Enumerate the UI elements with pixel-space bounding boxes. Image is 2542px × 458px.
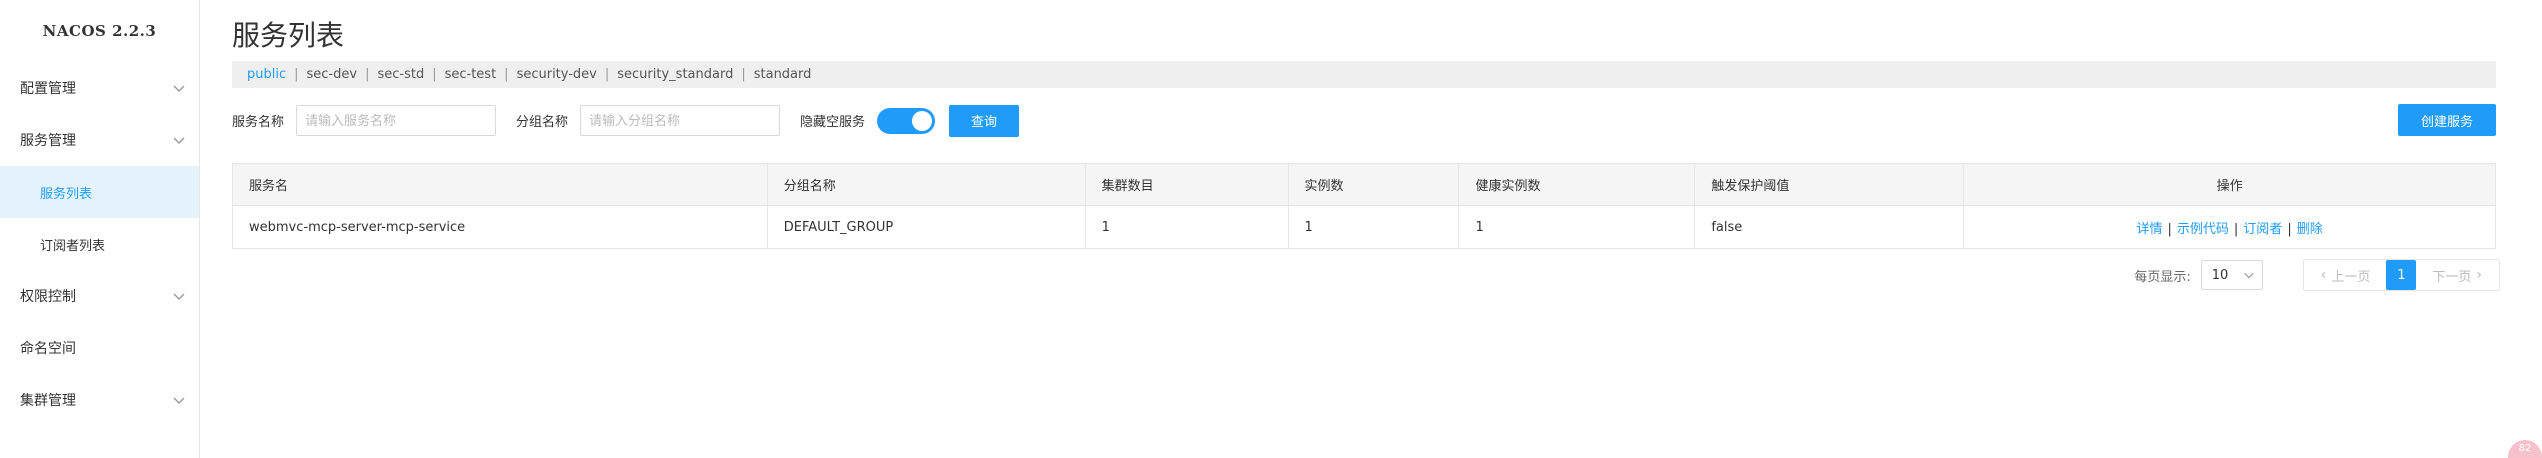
service-name-label: 服务名称 bbox=[232, 115, 285, 130]
toggle-knob bbox=[912, 110, 933, 131]
sample-code-link[interactable]: 示例代码 bbox=[2177, 222, 2229, 237]
op-separator: | bbox=[2287, 221, 2292, 237]
per-page-select[interactable]: 10 bbox=[2200, 260, 2263, 290]
sidebar-item-subscriber-list[interactable]: 订阅者列表 bbox=[0, 218, 199, 270]
cell-group-name: DEFAULT_GROUP bbox=[766, 205, 1086, 249]
column-header-operations: 操作 bbox=[1963, 163, 2496, 206]
sidebar-item-access-control[interactable]: 权限控制 bbox=[0, 270, 199, 322]
namespace-bar: public | sec-dev | sec-std | sec-test | … bbox=[232, 61, 2496, 88]
table-row: webmvc-mcp-server-mcp-service DEFAULT_GR… bbox=[232, 205, 2496, 249]
hide-empty-label: 隐藏空服务 bbox=[800, 115, 866, 130]
namespace-sec-test[interactable]: sec-test bbox=[445, 67, 497, 82]
chevron-down-icon bbox=[173, 397, 185, 404]
column-header-clusters: 集群数目 bbox=[1084, 163, 1289, 206]
cell-cluster-count: 1 bbox=[1084, 205, 1289, 249]
create-service-button[interactable]: 创建服务 bbox=[2398, 104, 2496, 136]
namespace-separator: | bbox=[294, 67, 299, 82]
namespace-separator: | bbox=[504, 67, 509, 82]
prev-page-button[interactable]: ‹ 上一页 bbox=[2304, 260, 2383, 290]
delete-link[interactable]: 删除 bbox=[2297, 222, 2323, 237]
per-page-value: 10 bbox=[2211, 267, 2229, 283]
sidebar-item-label: 集群管理 bbox=[20, 393, 76, 409]
cell-threshold: false bbox=[1694, 205, 1965, 249]
next-page-button[interactable]: 下一页 › bbox=[2420, 260, 2499, 290]
subscribers-link[interactable]: 订阅者 bbox=[2243, 222, 2282, 237]
sidebar-item-label: 订阅者列表 bbox=[40, 238, 106, 254]
sidebar-item-label: 服务管理 bbox=[20, 133, 76, 149]
filter-bar: 服务名称 分组名称 隐藏空服务 查询 创建服务 bbox=[232, 104, 2496, 137]
namespace-separator: | bbox=[741, 67, 746, 82]
sidebar-item-service-list[interactable]: 服务列表 bbox=[0, 166, 199, 218]
service-name-input[interactable] bbox=[296, 105, 497, 136]
namespace-standard[interactable]: standard bbox=[754, 67, 812, 82]
chevron-left-icon: ‹ bbox=[2320, 267, 2327, 283]
corner-badge[interactable]: 82 bbox=[2508, 440, 2542, 458]
namespace-sec-std[interactable]: sec-std bbox=[377, 67, 424, 82]
group-name-input[interactable] bbox=[580, 105, 781, 136]
page-number-current[interactable]: 1 bbox=[2386, 260, 2417, 290]
sidebar-item-label: 权限控制 bbox=[20, 289, 76, 305]
sidebar: NACOS 2.2.3 配置管理 服务管理 服务列表 订阅者列表 权限控制 命名… bbox=[0, 0, 200, 458]
details-link[interactable]: 详情 bbox=[2136, 222, 2162, 237]
namespace-public[interactable]: public bbox=[247, 67, 286, 82]
namespace-sec-dev[interactable]: sec-dev bbox=[307, 67, 358, 82]
op-separator: | bbox=[2233, 221, 2239, 237]
chevron-down-icon bbox=[173, 85, 185, 92]
namespace-separator: | bbox=[432, 67, 437, 82]
chevron-right-icon: › bbox=[2476, 267, 2482, 283]
sidebar-item-cluster-management[interactable]: 集群管理 bbox=[0, 374, 199, 426]
group-name-label: 分组名称 bbox=[516, 115, 569, 130]
page-title: 服务列表 bbox=[232, 19, 345, 52]
sidebar-item-service-management[interactable]: 服务管理 bbox=[0, 114, 199, 166]
cell-instance-count: 1 bbox=[1287, 205, 1460, 249]
namespace-separator: | bbox=[365, 67, 370, 82]
prev-page-label: 上一页 bbox=[2331, 269, 2371, 285]
op-separator: | bbox=[2167, 221, 2172, 237]
cell-healthy-count: 1 bbox=[1458, 205, 1696, 249]
namespace-security-dev[interactable]: security-dev bbox=[517, 67, 597, 82]
hide-empty-toggle[interactable] bbox=[877, 107, 936, 134]
column-header-group: 分组名称 bbox=[766, 163, 1086, 206]
next-page-label: 下一页 bbox=[2432, 269, 2472, 285]
page-nav: ‹ 上一页 1 下一页 › bbox=[2302, 259, 2500, 291]
namespace-security-standard[interactable]: security_standard bbox=[617, 67, 733, 82]
sidebar-item-label: 命名空间 bbox=[20, 341, 76, 357]
sidebar-item-label: 服务列表 bbox=[40, 186, 93, 202]
pagination: 每页显示: 10 ‹ 上一页 1 下一页 › bbox=[2134, 259, 2500, 291]
cell-operations: 详情 | 示例代码 | 订阅者 | 删除 bbox=[1963, 205, 2496, 249]
sidebar-item-namespace[interactable]: 命名空间 bbox=[0, 322, 199, 374]
per-page-label: 每页显示: bbox=[2134, 269, 2191, 285]
namespace-separator: | bbox=[604, 67, 610, 82]
chevron-down-icon bbox=[173, 293, 185, 300]
cell-service-name: webmvc-mcp-server-mcp-service bbox=[232, 205, 768, 249]
query-button[interactable]: 查询 bbox=[949, 104, 1020, 137]
chevron-down-icon bbox=[2243, 272, 2254, 279]
column-header-instances: 实例数 bbox=[1287, 163, 1460, 206]
chevron-down-icon bbox=[173, 137, 185, 144]
sidebar-item-config-management[interactable]: 配置管理 bbox=[0, 62, 199, 114]
column-header-threshold: 触发保护阈值 bbox=[1694, 163, 1965, 206]
table-header-row: 服务名 分组名称 集群数目 实例数 健康实例数 触发保护阈值 操作 bbox=[232, 163, 2496, 206]
app-brand: NACOS 2.2.3 bbox=[42, 22, 157, 40]
sidebar-menu: 配置管理 服务管理 服务列表 订阅者列表 权限控制 命名空间 集群管理 bbox=[0, 62, 199, 426]
column-header-healthy: 健康实例数 bbox=[1458, 163, 1696, 206]
column-header-service: 服务名 bbox=[232, 163, 768, 206]
sidebar-item-label: 配置管理 bbox=[20, 81, 76, 97]
service-table: 服务名 分组名称 集群数目 实例数 健康实例数 触发保护阈值 操作 webmvc… bbox=[232, 163, 2496, 249]
